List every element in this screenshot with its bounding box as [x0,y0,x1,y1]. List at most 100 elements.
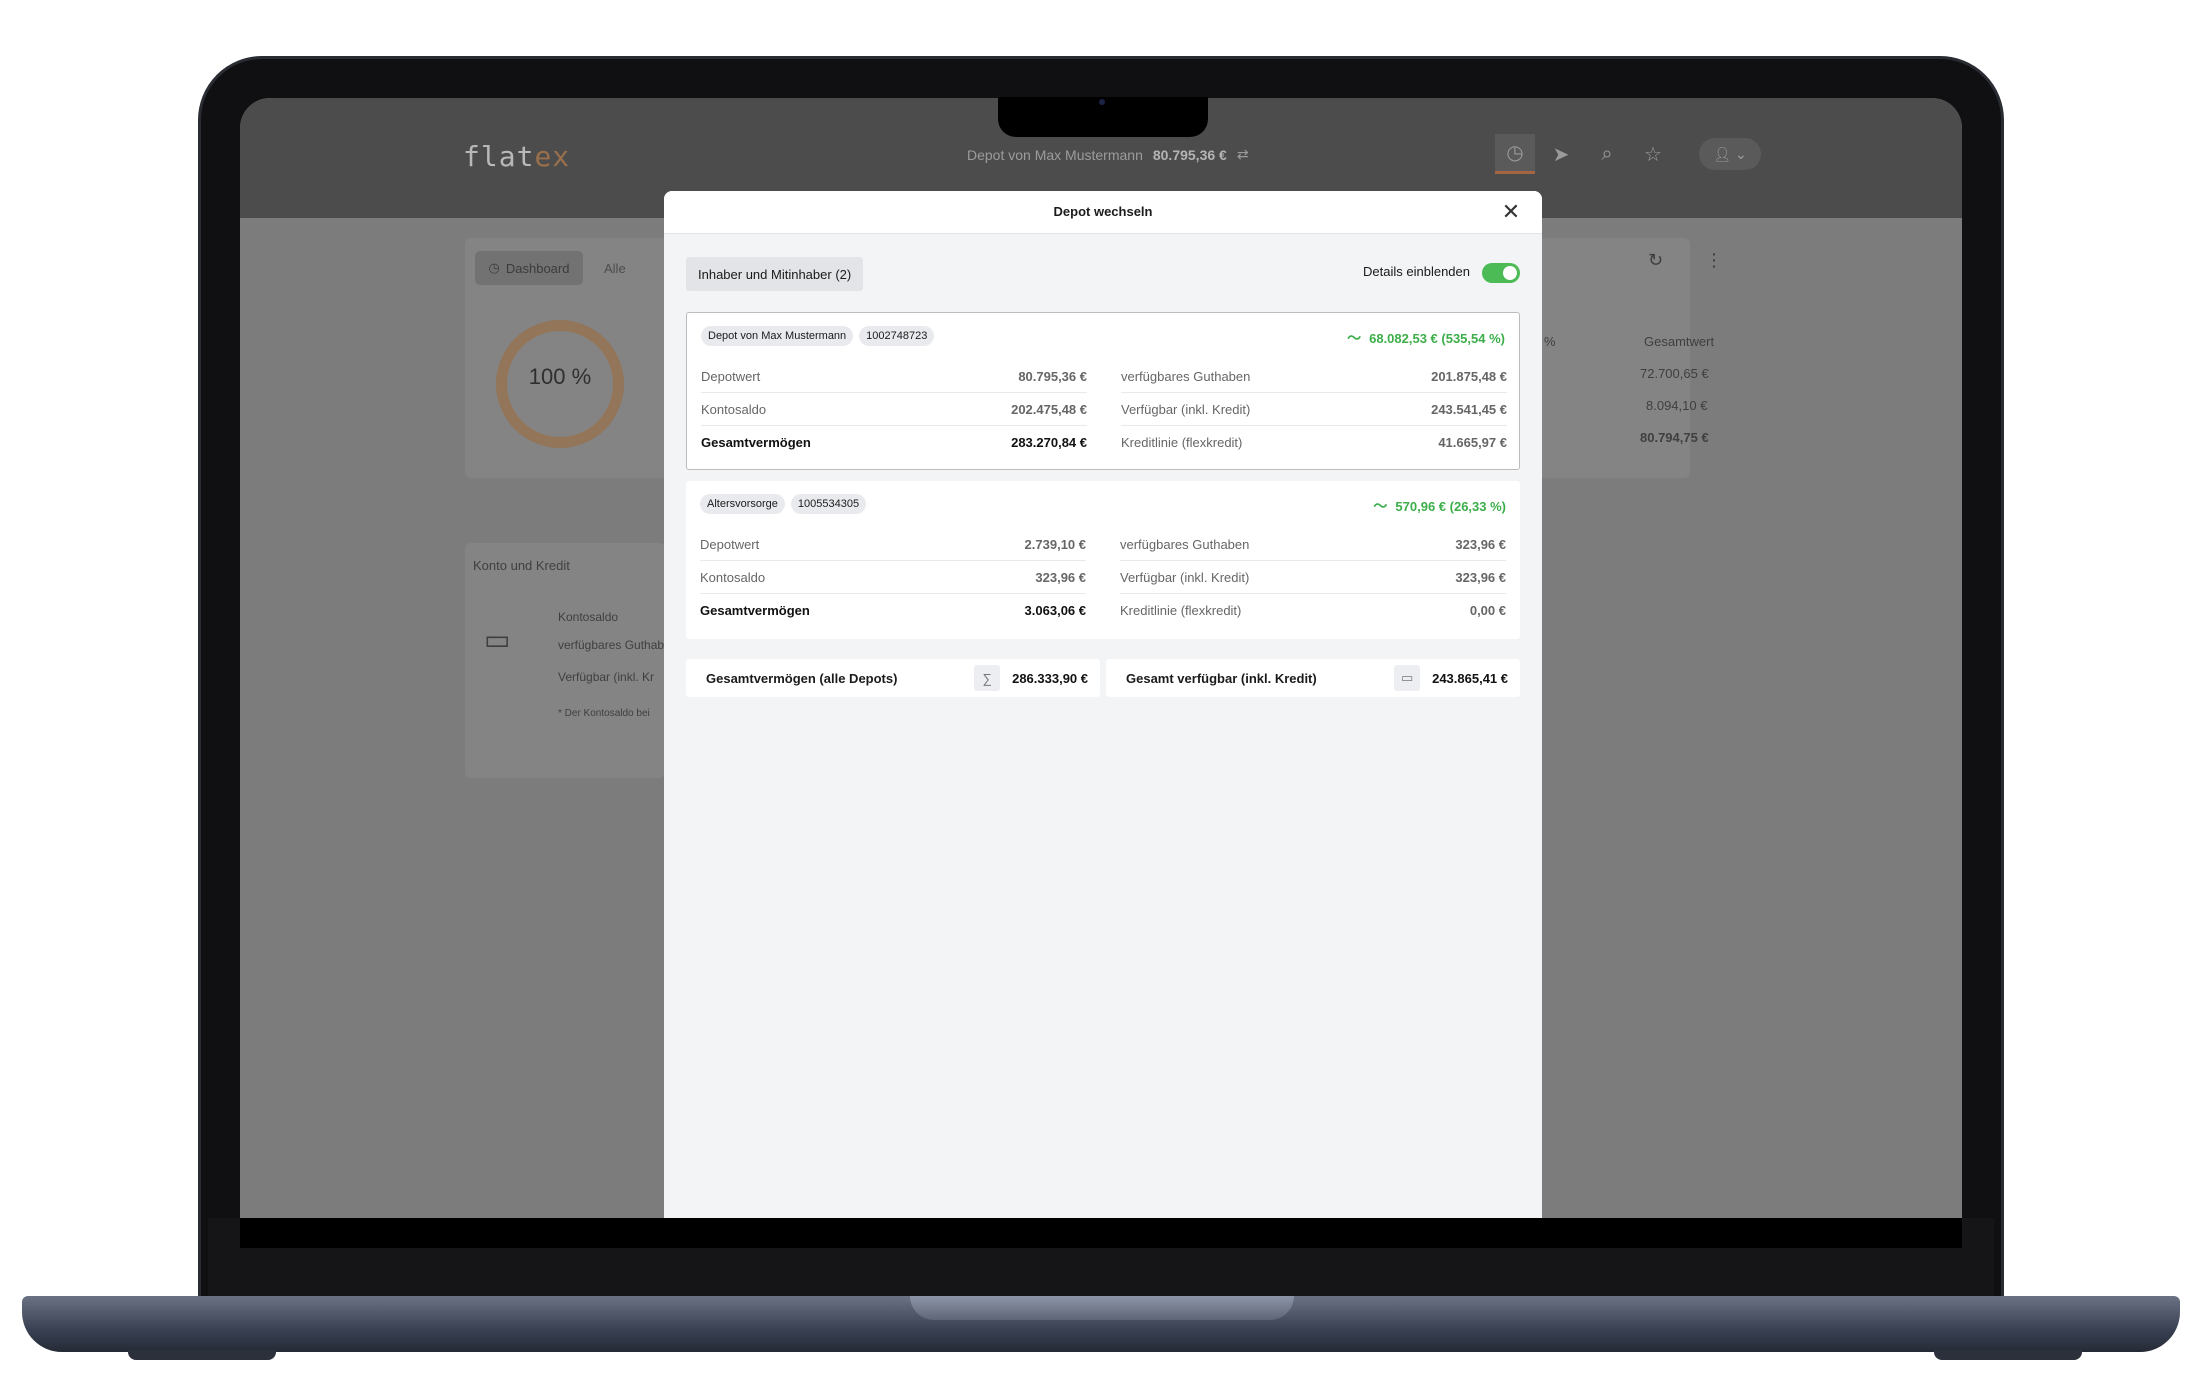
performance-value: 68.082,53 € (535,54 %) [1369,330,1505,346]
row-value: 243.541,45 € [1431,401,1507,417]
depot-left-column: Depotwert 2.739,10 € Kontosaldo 323,96 € G… [700,528,1086,627]
camera-notch [998,97,1208,137]
laptop-hinge [910,1296,1294,1320]
laptop-foot-left [128,1350,276,1360]
depot-card-selected[interactable]: Depot von Max Mustermann 1002748723 〜 68… [686,312,1520,470]
row-guthaben: verfügbares Guthaben 201.875,48 € [1121,360,1507,393]
owner-filter-button[interactable]: Inhaber und Mitinhaber (2) [686,257,864,291]
more-icon[interactable]: ⋮ [1705,250,1723,271]
row-verfuegbar: Verfügbar (inkl. Kredit) 323,96 € [1120,561,1506,594]
depot-number-tag: 1005534305 [790,494,867,514]
row-kontosaldo: Kontosaldo 323,96 € [700,561,1086,594]
row-value: 201.875,48 € [1431,368,1507,384]
depot-card[interactable]: Altersvorsorge 1005534305 〜 570,96 € (26… [686,481,1520,639]
history-icon[interactable]: ◷ [1495,134,1535,174]
total-value-header: Gesamtwert [1644,334,1715,349]
depot-number-tag: 1002748723 [859,326,935,346]
tab-dashboard[interactable]: ◷ Dashboard [475,251,583,285]
row-label: Verfügbar (inkl. Kredit) [1121,401,1251,417]
app-screen: flatex Depot von Max Mustermann 80.795,3… [240,98,1962,1218]
depot-left-column: Depotwert 80.795,36 € Kontosaldo 202.475,4… [701,360,1087,459]
user-icon: 👤︎ [1713,145,1732,162]
sigma-icon: ∑ [974,665,1001,691]
depot-right-column: verfügbares Guthaben 323,96 € Verfügbar (… [1120,528,1506,627]
row-label: Kreditlinie (flexkredit) [1120,603,1242,618]
row-label: Gesamtvermögen [701,435,811,450]
row-verfuegbar: Verfügbar (inkl. Kredit) 243.541,45 € [1121,393,1507,426]
row-label: Gesamtvermögen [700,603,810,618]
tab-all[interactable]: Alle [604,261,626,276]
bg-footnote: * Der Kontosaldo bei [558,708,650,719]
row-depotwert: Depotwert 80.795,36 € [701,360,1087,393]
row-guthaben: verfügbares Guthaben 323,96 € [1120,528,1506,561]
depot-right-column: verfügbares Guthaben 201.875,48 € Verfügb… [1121,360,1507,459]
row-label: Kontosaldo [700,569,766,585]
row-kontosaldo: Kontosaldo 202.475,48 € [701,393,1087,426]
row-gesamtvermoegen: Gesamtvermögen 283.270,84 € [701,426,1087,459]
current-depot-value: 80.795,36 € [1152,146,1227,163]
bg-value-1: 72.700,65 € [1640,366,1709,381]
trend-up-icon: 〜 [1373,498,1388,514]
logo-text: flat [463,140,535,173]
refresh-icon[interactable]: ↻ [1648,250,1663,271]
total-assets-label: Gesamtvermögen (alle Depots) [706,670,898,686]
current-depot-name: Depot von Max Mustermann [967,146,1143,163]
wallet-icon: ▭ [484,624,511,655]
send-icon[interactable]: ➤ [1541,134,1581,174]
row-value: 3.063,06 € [1024,603,1086,618]
row-value: 202.475,48 € [1011,401,1087,417]
details-toggle[interactable] [1482,263,1520,283]
bg-row-3: Verfügbar (inkl. Kr [558,670,655,684]
row-value: 323,96 € [1455,569,1506,585]
depot-name-tag: Depot von Max Mustermann [701,326,854,346]
modal-header: Depot wechseln ✕ [664,191,1542,234]
switch-depot-modal: Depot wechseln ✕ Inhaber und Mitinhaber … [664,191,1542,1218]
tab-dashboard-label: Dashboard [505,260,570,276]
row-label: Verfügbar (inkl. Kredit) [1120,569,1250,585]
current-depot-switcher[interactable]: Depot von Max Mustermann 80.795,36 € ⇄ [967,146,1249,163]
wallet-icon: ▭ [1394,665,1421,691]
nav-icon-group: ◷ ➤ ⌕ ☆ 👤︎ ⌄ [1495,134,1761,174]
total-available-box: Gesamt verfügbar (inkl. Kredit) ▭ 243.86… [1106,659,1520,697]
row-label: Kontosaldo [701,401,767,417]
row-kreditlinie: Kreditlinie (flexkredit) 0,00 € [1120,594,1506,627]
depot-tags: Altersvorsorge 1005534305 [700,494,867,514]
performance-value: 570,96 € (26,33 %) [1395,498,1506,514]
user-menu-button[interactable]: 👤︎ ⌄ [1699,138,1761,170]
account-credit-card [465,543,665,778]
row-value: 323,96 € [1035,569,1086,585]
clock-icon: ◷ [488,260,500,275]
bg-row-1: Kontosaldo [558,610,619,624]
row-value: 2.739,10 € [1024,536,1086,552]
star-icon[interactable]: ☆ [1633,134,1673,174]
bg-row-2: verfügbares Guthab [558,638,665,652]
row-value: 80.795,36 € [1018,368,1087,384]
trend-up-icon: 〜 [1347,330,1362,346]
bg-value-3: 80.794,75 € [1640,430,1709,445]
bg-value-2: 8.094,10 € [1646,398,1708,413]
row-depotwert: Depotwert 2.739,10 € [700,528,1086,561]
depot-performance: 〜 68.082,53 € (535,54 %) [1347,328,1505,348]
total-available-label: Gesamt verfügbar (inkl. Kredit) [1126,670,1317,686]
logo-accent: ex [534,140,571,173]
section-title: Konto und Kredit [473,558,570,573]
row-label: Depotwert [700,536,760,552]
row-value: 0,00 € [1469,603,1506,618]
depot-name-tag: Altersvorsorge [700,494,785,514]
search-icon[interactable]: ⌕ [1587,134,1627,174]
donut-label: 100 % [528,364,592,389]
flatex-logo[interactable]: flatex [463,140,570,173]
row-gesamtvermoegen: Gesamtvermögen 3.063,06 € [700,594,1086,627]
row-label: Kreditlinie (flexkredit) [1121,435,1243,450]
total-assets-box: Gesamtvermögen (alle Depots) ∑ 286.333,9… [686,659,1100,697]
depot-tags: Depot von Max Mustermann 1002748723 [701,326,935,346]
swap-icon[interactable]: ⇄ [1237,146,1249,163]
close-icon[interactable]: ✕ [1498,199,1524,225]
total-available-value: 243.865,41 € [1432,670,1508,686]
details-toggle-label: Details einblenden [1363,264,1470,279]
product-mockup: flatex Depot von Max Mustermann 80.795,3… [0,0,2200,1390]
camera-icon [1099,99,1105,105]
row-label: verfügbares Guthaben [1121,368,1251,384]
chevron-down-icon: ⌄ [1734,145,1747,162]
row-label: verfügbares Guthaben [1120,536,1250,552]
